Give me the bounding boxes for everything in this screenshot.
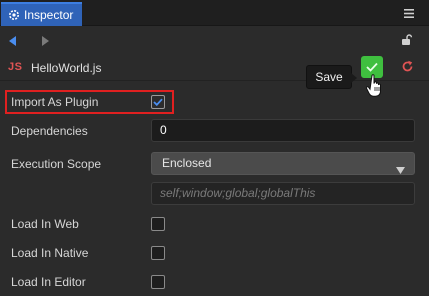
execution-scope-value: Enclosed <box>162 156 212 170</box>
inspector-nav-bar <box>0 27 429 55</box>
chevron-down-icon <box>396 160 405 181</box>
title-bar: Inspector <box>0 0 429 26</box>
revert-icon[interactable] <box>401 60 414 76</box>
load-in-web-label: Load In Web <box>11 217 79 231</box>
load-in-native-label: Load In Native <box>11 246 89 260</box>
import-as-plugin-label: Import As Plugin <box>11 95 99 109</box>
load-in-editor-checkbox[interactable] <box>151 275 165 289</box>
load-in-editor-label: Load In Editor <box>11 275 86 289</box>
tab-label: Inspector <box>24 8 74 22</box>
checkmark-icon <box>366 62 378 72</box>
asset-header: JS HelloWorld.js <box>0 55 429 81</box>
dependencies-label: Dependencies <box>11 124 88 138</box>
arrow-left-icon[interactable] <box>9 35 17 49</box>
execution-scope-label: Execution Scope <box>11 157 102 171</box>
global-variables-field[interactable]: self;window;global;globalThis <box>151 182 415 205</box>
save-tooltip: Save <box>306 65 357 89</box>
load-in-web-checkbox[interactable] <box>151 217 165 231</box>
execution-scope-select[interactable]: Enclosed <box>151 152 415 175</box>
js-file-icon: JS <box>8 61 23 73</box>
arrow-right-icon[interactable] <box>41 35 49 49</box>
hamburger-menu-icon[interactable] <box>401 5 417 21</box>
hand-cursor-icon <box>365 74 386 101</box>
tab-inspector[interactable]: Inspector <box>1 2 82 26</box>
import-as-plugin-checkbox[interactable] <box>151 95 165 109</box>
unlock-icon[interactable] <box>401 34 413 49</box>
gear-icon <box>7 9 20 22</box>
load-in-native-checkbox[interactable] <box>151 246 165 260</box>
dependencies-field[interactable]: 0 <box>151 119 415 142</box>
checkmark-icon <box>153 98 163 106</box>
file-name: HelloWorld.js <box>31 61 102 75</box>
